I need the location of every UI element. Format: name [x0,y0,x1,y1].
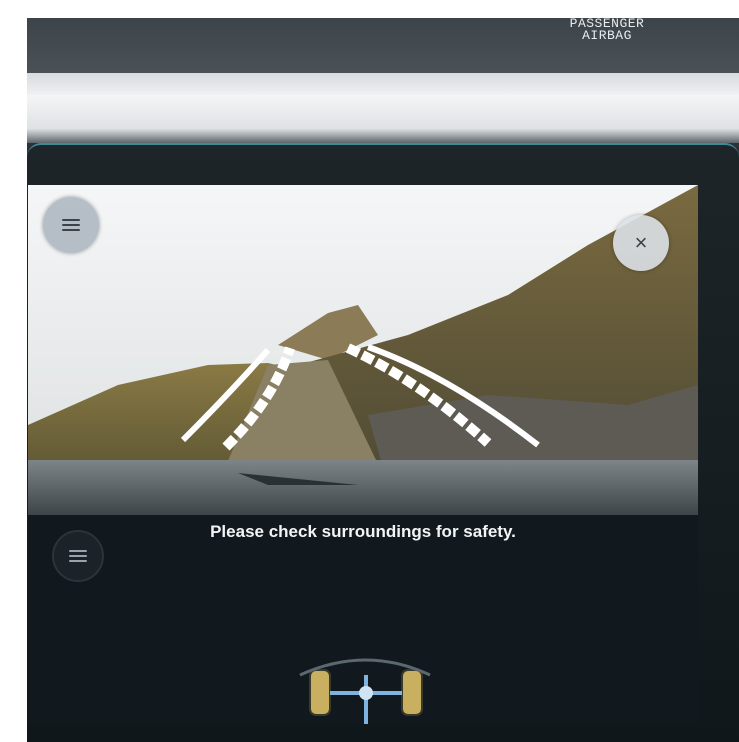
airbag-label-line2: AIRBAG [582,28,632,43]
passenger-airbag-label: PASSENGER AIRBAG [557,18,657,42]
safety-warning-message: Please check surroundings for safety. [210,522,516,541]
camera-feed-image [28,185,698,515]
close-camera-button[interactable]: × [613,215,669,271]
rear-camera-view [28,185,698,515]
camera-menu-button[interactable] [43,197,99,253]
dashboard-trim [27,73,739,95]
hamburger-icon [62,219,80,231]
main-menu-button[interactable] [52,530,104,582]
hamburger-icon [69,550,87,562]
close-icon: × [634,230,648,255]
vehicle-drivetrain-icon [270,615,450,724]
dashboard-panel [27,95,739,143]
